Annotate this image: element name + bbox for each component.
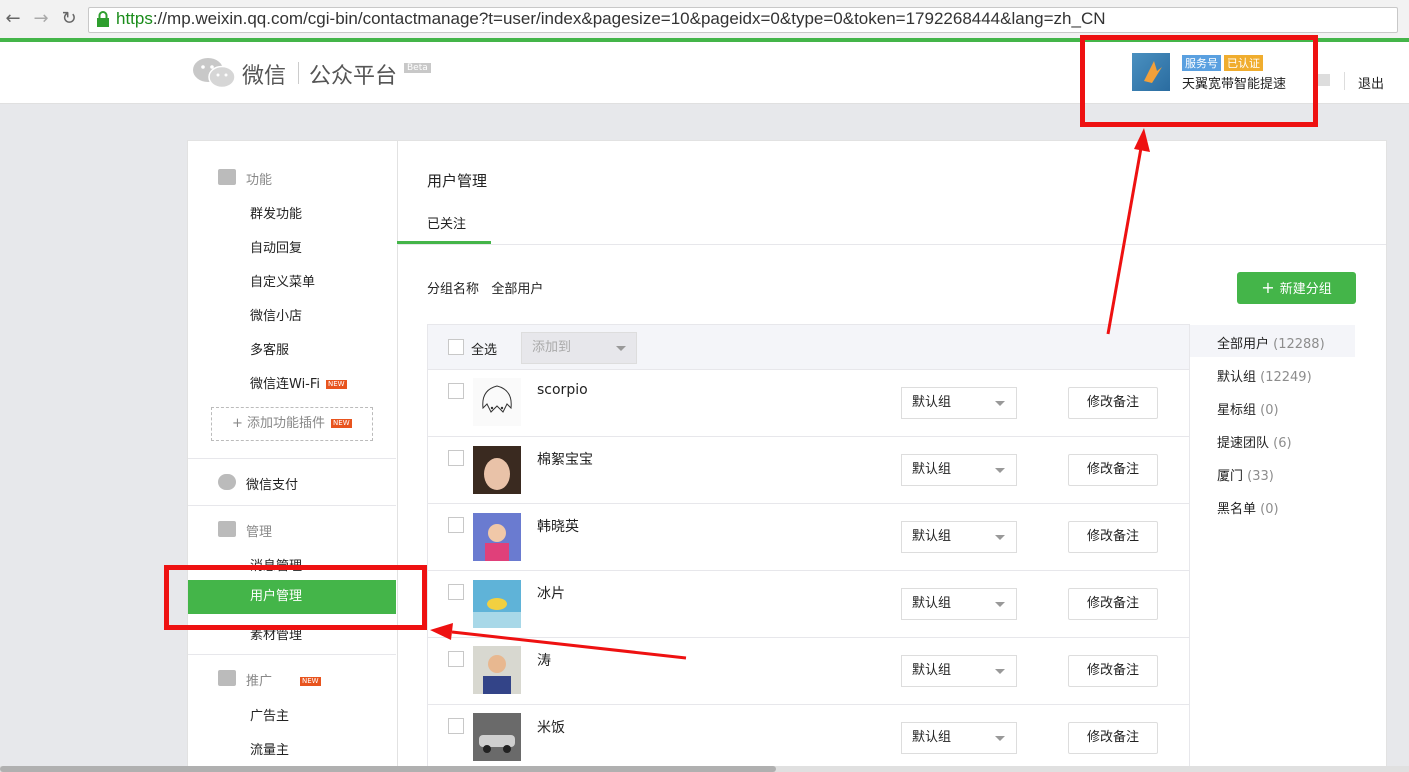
chevron-down-icon: [995, 736, 1005, 741]
new-tag: NEW: [300, 677, 321, 686]
new-group-button[interactable]: + 新建分组: [1237, 272, 1356, 304]
add-plugin-button[interactable]: + 添加功能插件 NEW: [211, 407, 373, 441]
scrollbar-thumb[interactable]: [0, 766, 776, 772]
avatar[interactable]: [473, 378, 521, 426]
group-item-starred[interactable]: 星标组 (0): [1217, 399, 1279, 418]
chevron-down-icon: [995, 401, 1005, 406]
edit-remark-button[interactable]: 修改备注: [1068, 454, 1158, 486]
avatar[interactable]: [473, 580, 521, 628]
section-promotion: 推广 NEW: [246, 674, 321, 689]
add-plugin-label: 添加功能插件: [247, 416, 326, 431]
group-name-label: 分组名称: [427, 282, 480, 297]
sidebar-item-mass-send[interactable]: 群发功能: [250, 203, 302, 222]
edit-remark-button[interactable]: 修改备注: [1068, 655, 1158, 687]
back-arrow-icon[interactable]: ←: [2, 8, 24, 30]
group-select-value: 默认组: [912, 395, 952, 410]
user-name[interactable]: 棉絮宝宝: [537, 449, 593, 469]
annotation-box-account: [1080, 35, 1318, 127]
current-group: 分组名称 全部用户: [427, 278, 543, 297]
avatar[interactable]: [473, 646, 521, 694]
sidebar-item-publisher[interactable]: 流量主: [250, 739, 289, 758]
sidebar-item-custom-menu[interactable]: 自定义菜单: [250, 271, 315, 290]
logo-platform-text: 公众平台: [309, 64, 398, 89]
chevron-down-icon: [995, 669, 1005, 674]
group-select-value: 默认组: [912, 596, 952, 611]
group-select-value: 默认组: [912, 529, 952, 544]
sidebar-divider: [188, 654, 396, 655]
chevron-down-icon: [616, 346, 626, 351]
sidebar-divider: [188, 458, 396, 459]
tab-followed[interactable]: 已关注: [427, 213, 466, 232]
group-item-blacklist[interactable]: 黑名单 (0): [1217, 498, 1279, 517]
user-name[interactable]: 米饭: [537, 717, 565, 737]
select-all-checkbox[interactable]: [448, 339, 464, 355]
wechat-logo-icon: [193, 58, 236, 89]
sidebar-item-auto-reply[interactable]: 自动回复: [250, 237, 302, 256]
tabs-divider: [397, 244, 1386, 245]
url-scheme: https: [116, 9, 153, 28]
group-list: [1189, 324, 1356, 772]
chevron-down-icon: [995, 468, 1005, 473]
group-item-default[interactable]: 默认组 (12249): [1217, 366, 1312, 385]
edit-remark-button[interactable]: 修改备注: [1068, 722, 1158, 754]
group-item-xiamen[interactable]: 厦门 (33): [1217, 465, 1274, 484]
edit-remark-button[interactable]: 修改备注: [1068, 588, 1158, 620]
user-name[interactable]: 涛: [537, 650, 551, 670]
sidebar-divider: [188, 505, 396, 506]
edit-remark-button[interactable]: 修改备注: [1068, 521, 1158, 553]
group-item-all[interactable]: 全部用户 (12288): [1217, 333, 1325, 352]
user-checkbox[interactable]: [448, 718, 464, 734]
group-select-value: 默认组: [912, 663, 952, 678]
url-path: ://mp.weixin.qq.com/cgi-bin/contactmanag…: [152, 9, 1106, 28]
sidebar-item-wechat-pay[interactable]: 微信支付: [218, 474, 298, 493]
user-checkbox[interactable]: [448, 517, 464, 533]
user-checkbox[interactable]: [448, 584, 464, 600]
avatar[interactable]: [473, 713, 521, 761]
group-item-speedup-team[interactable]: 提速团队 (6): [1217, 432, 1292, 451]
section-features: 功能: [246, 173, 273, 188]
user-checkbox[interactable]: [448, 651, 464, 667]
reload-icon[interactable]: ↻: [58, 8, 80, 30]
sidebar-item-wifi[interactable]: 微信连Wi-Fi NEW: [250, 373, 347, 392]
beta-badge: Beta: [404, 63, 431, 73]
page-title: 用户管理: [427, 172, 488, 190]
section-manage: 管理: [246, 525, 273, 540]
chevron-down-icon: [995, 535, 1005, 540]
plus-icon: +: [1261, 278, 1280, 297]
sidebar-item-wifi-label: 微信连Wi-Fi: [250, 377, 321, 392]
logo-wechat-text: 微信: [242, 64, 287, 89]
forward-arrow-icon[interactable]: →: [30, 8, 52, 30]
group-select-value: 默认组: [912, 462, 952, 477]
sidebar-item-advertiser[interactable]: 广告主: [250, 705, 289, 724]
logo-divider: [298, 62, 299, 84]
edit-remark-button[interactable]: 修改备注: [1068, 387, 1158, 419]
annotation-box-user-management: [164, 565, 427, 630]
user-checkbox[interactable]: [448, 383, 464, 399]
new-tag: NEW: [326, 380, 347, 389]
url-text[interactable]: https://mp.weixin.qq.com/cgi-bin/contact…: [116, 9, 1106, 29]
select-all-label: 全选: [471, 343, 498, 358]
user-name[interactable]: scorpio: [537, 382, 588, 398]
avatar[interactable]: [473, 513, 521, 561]
logout-link[interactable]: 退出: [1358, 73, 1384, 92]
header-divider: [1344, 72, 1345, 90]
lock-icon: [97, 11, 109, 27]
sidebar-item-customer-service[interactable]: 多客服: [250, 339, 289, 358]
user-checkbox[interactable]: [448, 450, 464, 466]
group-name-value: 全部用户: [491, 282, 544, 297]
user-name[interactable]: 冰片: [537, 583, 565, 603]
new-group-label: 新建分组: [1279, 282, 1332, 297]
sidebar-item-wechat-store[interactable]: 微信小店: [250, 305, 302, 324]
chevron-down-icon: [995, 602, 1005, 607]
add-to-label: 添加到: [532, 340, 572, 355]
plus-icon: +: [232, 416, 248, 431]
avatar[interactable]: [473, 446, 521, 494]
user-name[interactable]: 韩晓英: [537, 516, 579, 536]
group-select-value: 默认组: [912, 730, 952, 745]
new-tag: NEW: [331, 419, 352, 428]
